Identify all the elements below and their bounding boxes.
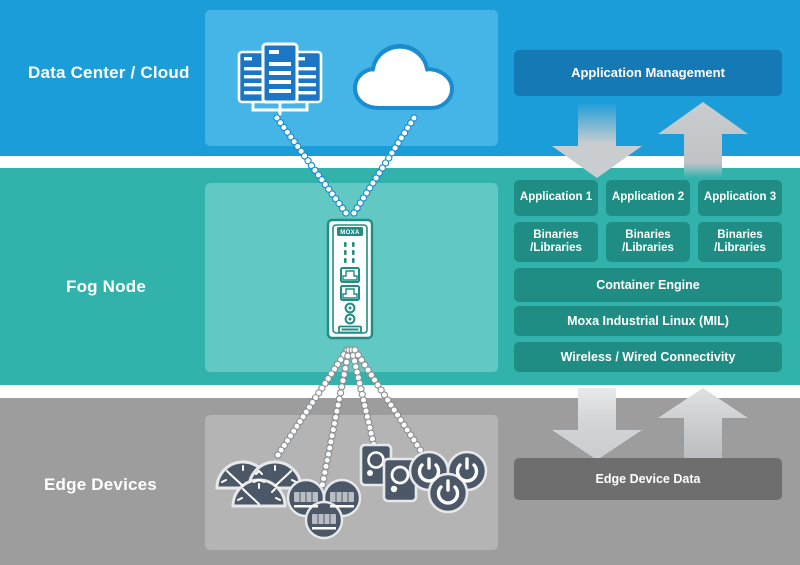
binaries-libraries-2-box[interactable]: Binaries /Libraries [606, 222, 690, 262]
diagram-canvas: Data Center / Cloud Fog Node Edge Device… [0, 0, 800, 565]
band-label-edge-devices: Edge Devices [44, 475, 157, 494]
application-1-box[interactable]: Application 1 [514, 180, 598, 216]
application-2-box[interactable]: Application 2 [606, 180, 690, 216]
svg-text:MOXA: MOXA [340, 230, 360, 236]
binaries-line-1: Binaries [625, 228, 671, 241]
binaries-line-2: /Libraries [714, 242, 766, 254]
band-label-fog-node: Fog Node [66, 277, 146, 296]
digital-counter-icon [286, 478, 362, 540]
binaries-line-2: /Libraries [530, 242, 582, 254]
band-label-data-center-cloud: Data Center / Cloud [28, 63, 190, 82]
binaries-libraries-3-box[interactable]: Binaries /Libraries [698, 222, 782, 262]
arrow-up-edge-to-fog [658, 388, 748, 460]
application-3-box[interactable]: Application 3 [698, 180, 782, 216]
arrow-up-fog-to-cloud [658, 102, 748, 178]
moxa-industrial-linux-box[interactable]: Moxa Industrial Linux (MIL) [514, 306, 782, 336]
arrow-down-cloud-to-fog [552, 102, 642, 178]
cloud-icon [352, 42, 458, 114]
power-button-icon [408, 450, 488, 514]
container-engine-box[interactable]: Container Engine [514, 268, 782, 302]
binaries-libraries-1-box[interactable]: Binaries /Libraries [514, 222, 598, 262]
edge-device-data-box[interactable]: Edge Device Data [514, 458, 782, 500]
server-rack-icon [232, 40, 328, 116]
arrow-down-fog-to-edge [552, 388, 642, 460]
binaries-line-2: /Libraries [622, 242, 674, 254]
wireless-wired-connectivity-box[interactable]: Wireless / Wired Connectivity [514, 342, 782, 372]
binaries-line-1: Binaries [533, 228, 579, 241]
application-management-box[interactable]: Application Management [514, 50, 782, 96]
binaries-line-1: Binaries [717, 228, 763, 241]
moxa-industrial-computer-icon: MOXA [326, 218, 374, 340]
